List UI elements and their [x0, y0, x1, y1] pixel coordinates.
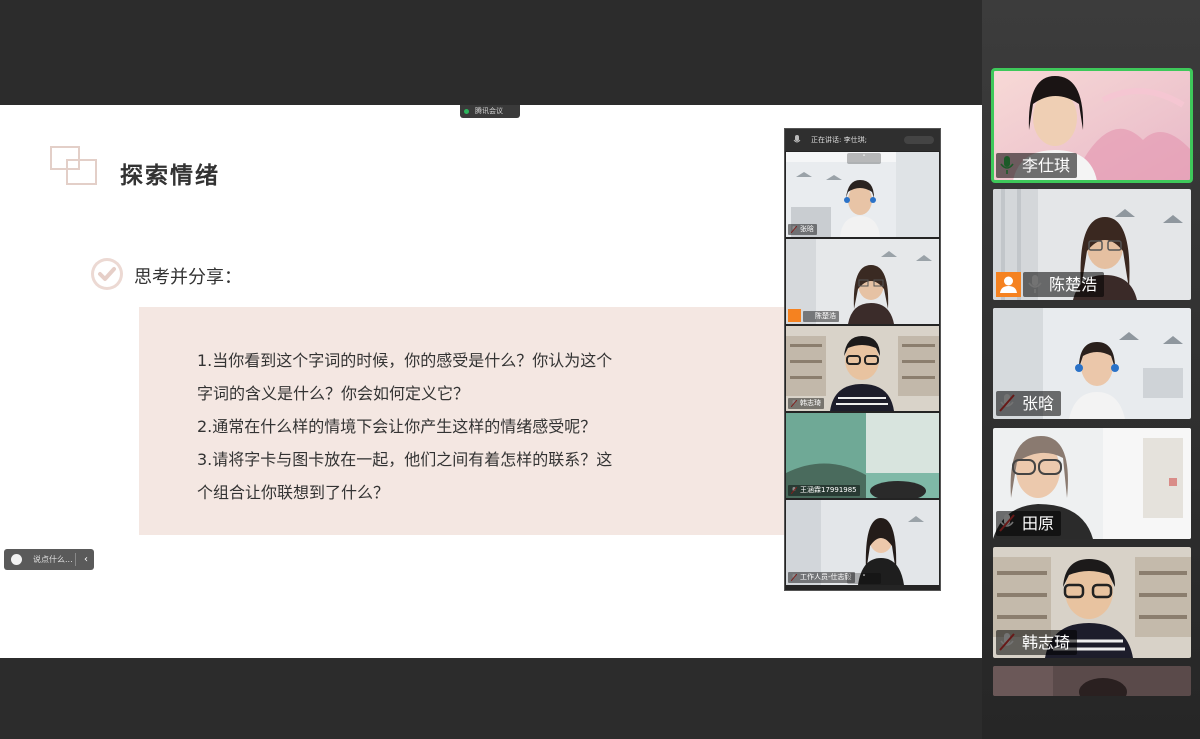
video-tile-partial[interactable] — [993, 666, 1191, 696]
mini-video-tile[interactable]: 韩志琦 — [786, 326, 939, 411]
scroll-up-button[interactable]: ˄ — [847, 153, 881, 164]
mini-video-tile[interactable]: 王涵霖17991985 — [786, 413, 939, 498]
participant-name: 张晗 — [788, 224, 817, 235]
participant-name: 张晗 — [996, 391, 1062, 416]
question-text: 1.当你看到这个字词的时候，你的感受是什么？你认为这个 字词的含义是什么？你会如… — [197, 344, 687, 509]
participant-name: 陈楚浩 — [803, 311, 839, 322]
video-tile[interactable]: 田原 — [993, 428, 1191, 539]
app-tag[interactable]: 腾讯会议 — [460, 105, 520, 118]
participant-name: 李仕琪 — [996, 153, 1078, 178]
divider — [75, 553, 76, 566]
floating-video-gallery[interactable]: 正在讲话: 李仕琪; 张晗 陈楚浩 韩志琦 王涵霖17991985 工作人员-仕… — [784, 128, 941, 591]
video-feed — [993, 666, 1191, 696]
collapse-chevron-icon[interactable]: ‹ — [84, 549, 88, 570]
video-tile[interactable]: 陈楚浩 — [993, 189, 1191, 300]
speaker-icon — [793, 135, 801, 143]
app-tag-label: 腾讯会议 — [475, 107, 503, 115]
slide-title: 探索情绪 — [120, 163, 220, 189]
mini-video-tile[interactable]: 陈楚浩 — [786, 239, 939, 324]
check-circle-icon — [91, 258, 123, 290]
emoji-icon — [11, 554, 22, 565]
question-line: 字词的含义是什么？你会如何定义它？ — [197, 384, 470, 403]
window-controls[interactable] — [904, 136, 934, 144]
comment-input-button[interactable]: 说点什么... ‹ — [4, 549, 94, 570]
video-tile[interactable]: 张晗 — [993, 308, 1191, 419]
comment-placeholder: 说点什么... — [33, 555, 73, 564]
video-tile-active-speaker[interactable]: 李仕琪 — [991, 68, 1193, 183]
video-tile[interactable]: 韩志琦 — [993, 547, 1191, 658]
participant-name: 韩志琦 — [788, 398, 824, 409]
participant-name: 王涵霖17991985 — [788, 485, 860, 496]
question-line: 个组合让你联想到了什么？ — [197, 483, 390, 502]
host-badge-icon — [996, 272, 1021, 297]
question-line: 2.通常在什么样的情境下会让你产生这样的情绪感受呢？ — [197, 417, 597, 436]
slide-subtitle: 思考并分享： — [134, 267, 242, 288]
speaking-indicator: 正在讲话: 李仕琪; — [785, 129, 940, 151]
question-line: 1.当你看到这个字词的时候，你的感受是什么？你认为这个 — [197, 351, 613, 370]
speaking-text: 正在讲话: 李仕琪; — [811, 136, 867, 144]
overlapping-squares-icon — [50, 146, 97, 185]
host-badge-icon — [788, 309, 801, 322]
status-dot-icon — [464, 109, 469, 114]
question-line: 3.请将字卡与图卡放在一起，他们之间有着怎样的联系？这 — [197, 450, 613, 469]
scroll-down-button[interactable]: ˅ — [847, 573, 881, 584]
participant-name: 工作人员-仕志毅 — [788, 572, 855, 583]
participant-name: 田原 — [996, 511, 1062, 536]
participant-name: 陈楚浩 — [1023, 272, 1105, 297]
participant-name: 韩志琦 — [996, 630, 1078, 655]
mini-video-tile[interactable]: 张晗 — [786, 152, 939, 237]
